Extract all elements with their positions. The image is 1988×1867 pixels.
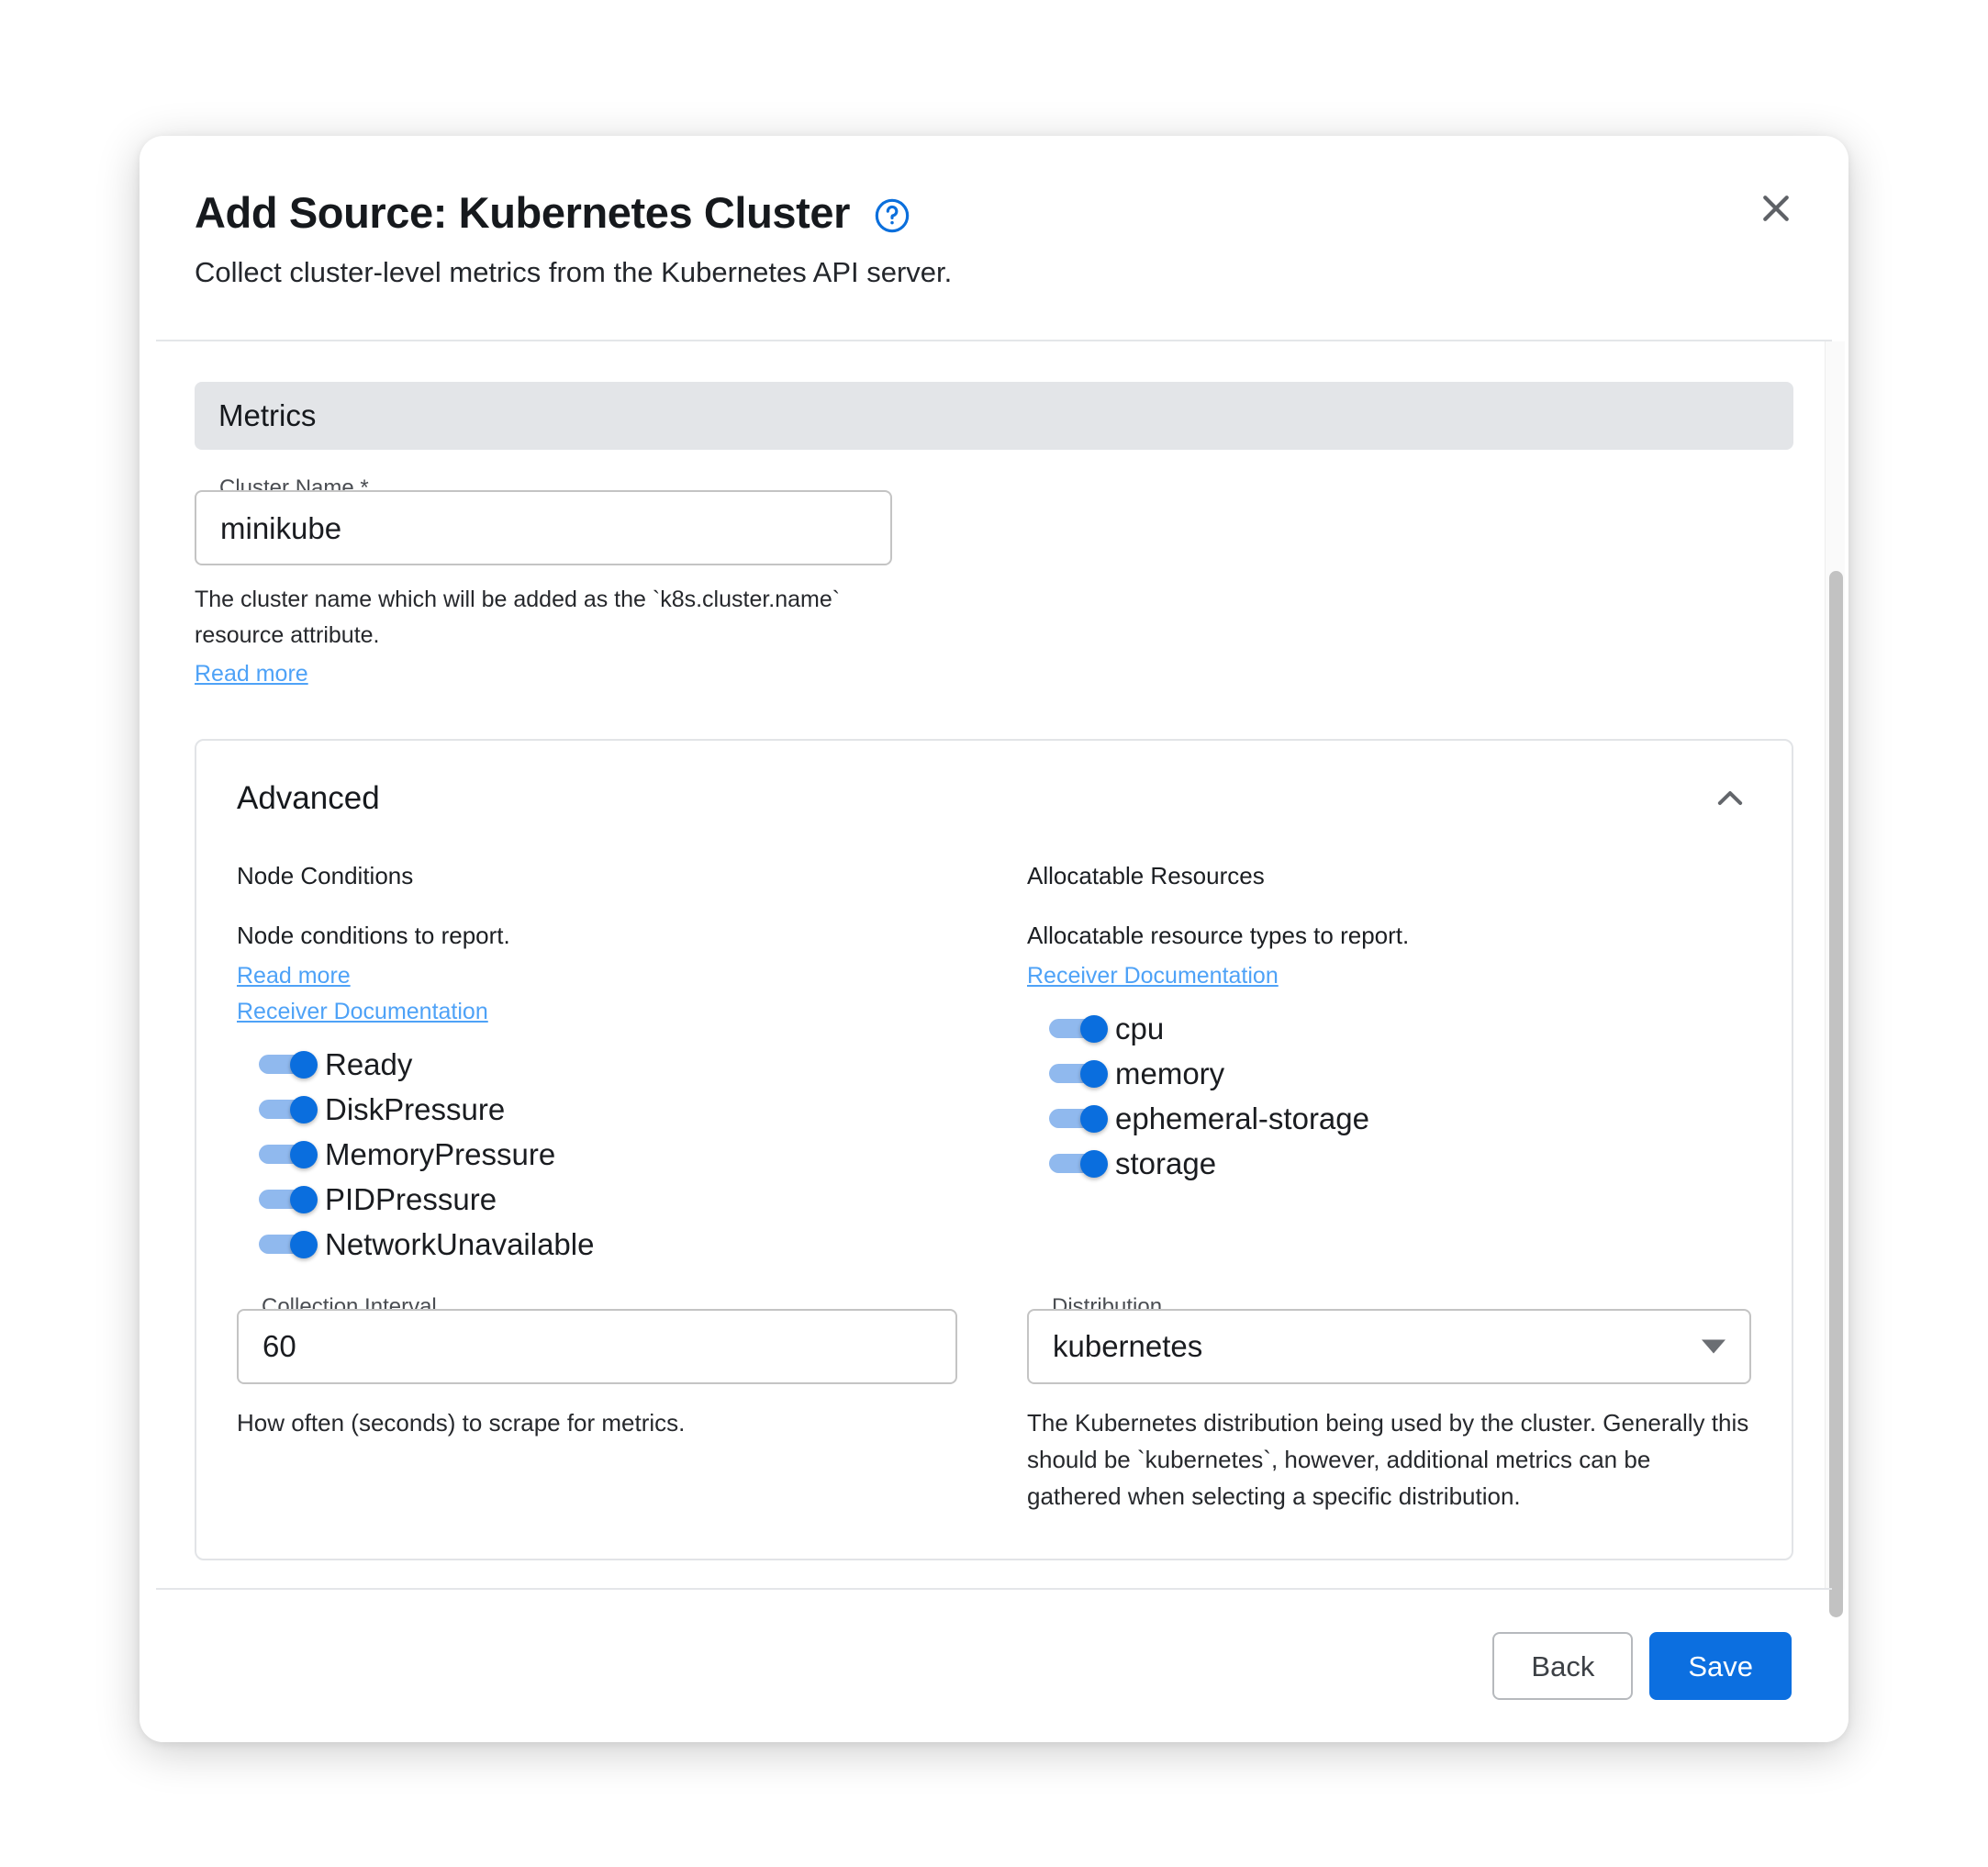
node-conditions-toggle-list: Ready DiskPressure MemoryPressure PIDPre… [237,1042,957,1267]
node-conditions-description: Node conditions to report. [237,921,510,949]
allocatable-resources-links: Receiver Documentation [1027,963,1751,989]
toggle-label: DiskPressure [325,1091,506,1126]
distribution-value: kubernetes [1053,1329,1203,1363]
allocatable-resources-toggle-list: cpu memory ephemeral-storage storage [1027,1006,1751,1186]
page-background: Add Source: Kubernetes Cluster Collect c… [0,0,1988,1867]
toggle-row[interactable]: memory [1049,1051,1751,1096]
chevron-up-icon[interactable] [1709,777,1751,820]
toggle-switch-diskpressure[interactable] [259,1096,318,1124]
node-conditions-read-more-link[interactable]: Read more [237,963,957,989]
collection-interval-column: Collection Interval 60 How often (second… [237,1295,994,1515]
cluster-name-frame[interactable]: minikube [195,490,892,565]
cluster-name-field[interactable]: Cluster Name * minikube [195,477,892,565]
back-button[interactable]: Back [1492,1632,1634,1700]
footer-divider [156,1588,1832,1590]
collection-interval-frame[interactable]: 60 [237,1308,957,1384]
cluster-name-help: The cluster name which will be added as … [195,587,841,648]
page-title: Add Source: Kubernetes Cluster [195,188,851,237]
node-conditions-links: Read more Receiver Documentation [237,963,957,1025]
metrics-section-label: Metrics [218,398,317,432]
toggle-switch-memorypressure[interactable] [259,1141,318,1168]
toggle-switch-memory[interactable] [1049,1060,1108,1088]
body-scrollbar[interactable] [1825,341,1845,1617]
toggle-label: NetworkUnavailable [325,1226,595,1261]
toggle-label: storage [1115,1146,1217,1180]
toggle-label: MemoryPressure [325,1136,556,1171]
toggle-label: memory [1115,1056,1225,1090]
toggle-row[interactable]: cpu [1049,1006,1751,1051]
toggle-row[interactable]: DiskPressure [259,1087,957,1132]
collection-interval-field[interactable]: Collection Interval 60 [237,1295,957,1384]
node-conditions-title: Node Conditions [237,861,414,889]
toggle-row[interactable]: ephemeral-storage [1049,1096,1751,1141]
toggle-row[interactable]: Ready [259,1042,957,1087]
toggle-switch-ephemeral-storage[interactable] [1049,1105,1108,1133]
toggle-row[interactable]: NetworkUnavailable [259,1222,957,1267]
modal-body: Metrics Cluster Name * minikube The clus… [140,341,1848,1590]
toggle-label: ephemeral-storage [1115,1101,1369,1135]
toggle-switch-networkunavailable[interactable] [259,1231,318,1258]
toggle-switch-pidpressure[interactable] [259,1186,318,1213]
modal-body-wrapper: Metrics Cluster Name * minikube The clus… [140,341,1848,1617]
title-row: Add Source: Kubernetes Cluster [195,189,1793,237]
chevron-down-icon[interactable] [1702,1339,1726,1353]
distribution-column: Distribution kubernetes The Kubernetes d… [994,1295,1751,1515]
toggle-label: cpu [1115,1011,1165,1045]
modal-subtitle: Collect cluster-level metrics from the K… [195,255,953,288]
cluster-name-read-more-link[interactable]: Read more [195,661,308,688]
close-icon [1763,196,1789,221]
distribution-frame[interactable]: kubernetes [1027,1308,1751,1384]
distribution-select[interactable]: Distribution kubernetes [1027,1295,1751,1384]
toggle-switch-ready[interactable] [259,1051,318,1079]
toggle-label: PIDPressure [325,1181,497,1216]
add-source-modal: Add Source: Kubernetes Cluster Collect c… [140,136,1848,1742]
help-circle-icon[interactable] [874,197,910,234]
collection-interval-help: How often (seconds) to scrape for metric… [237,1408,686,1437]
save-button[interactable]: Save [1649,1632,1792,1700]
node-conditions-receiver-docs-link[interactable]: Receiver Documentation [237,999,957,1025]
advanced-panel-title: Advanced [237,779,380,816]
toggle-switch-cpu[interactable] [1049,1015,1108,1043]
modal-footer: Back Save [140,1590,1848,1742]
toggle-row[interactable]: storage [1049,1141,1751,1186]
advanced-panel: Advanced Node Conditions Node conditions… [195,738,1793,1561]
node-conditions-column: Node Conditions Node conditions to repor… [237,862,994,1267]
toggle-label: Ready [325,1046,413,1081]
toggle-switch-storage[interactable] [1049,1150,1108,1178]
cluster-name-group: Cluster Name * minikube The cluster name… [195,477,892,688]
cluster-name-value: minikube [220,510,342,545]
toggle-row[interactable]: MemoryPressure [259,1132,957,1177]
body-scrollbar-thumb[interactable] [1829,571,1843,1617]
allocatable-resources-title: Allocatable Resources [1027,861,1265,889]
advanced-bottom-row: Collection Interval 60 How often (second… [237,1295,1751,1515]
allocatable-resources-receiver-docs-link[interactable]: Receiver Documentation [1027,963,1751,989]
distribution-help: The Kubernetes distribution being used b… [1027,1408,1749,1511]
metrics-section-header: Metrics [195,382,1793,450]
close-button[interactable] [1748,180,1804,237]
collection-interval-value: 60 [262,1329,296,1363]
modal-header: Add Source: Kubernetes Cluster Collect c… [140,136,1848,340]
allocatable-resources-description: Allocatable resource types to report. [1027,921,1410,949]
advanced-columns: Node Conditions Node conditions to repor… [237,862,1751,1267]
toggle-row[interactable]: PIDPressure [259,1177,957,1222]
advanced-panel-header[interactable]: Advanced [237,777,1751,820]
allocatable-resources-column: Allocatable Resources Allocatable resour… [994,862,1751,1267]
